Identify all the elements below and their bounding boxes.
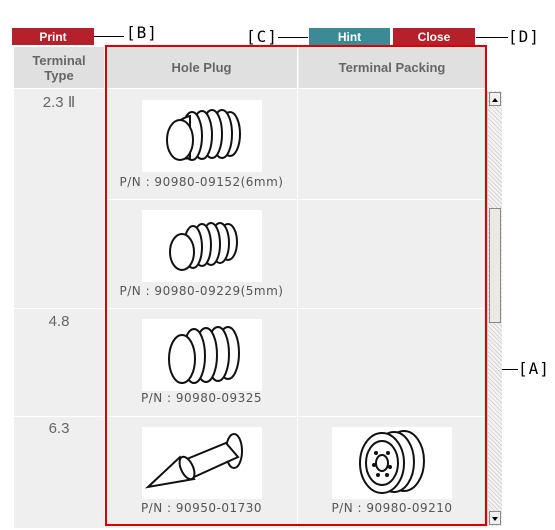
hint-button[interactable]: Hint (309, 28, 390, 45)
callout-c-line (278, 37, 308, 38)
print-button[interactable]: Print (12, 28, 94, 45)
arrow-up-icon[interactable] (489, 92, 501, 106)
callout-a-line (502, 369, 518, 370)
highlight-box-a (105, 45, 487, 526)
close-button[interactable]: Close (393, 28, 475, 45)
scrollbar[interactable] (487, 91, 502, 526)
terminal-type-row1: 2.3 Ⅱ (42, 94, 76, 111)
arrow-down-icon[interactable] (489, 511, 501, 525)
callout-a: [A] (518, 359, 550, 378)
terminal-type-row3: 4.8 (48, 313, 70, 330)
callout-d-line (476, 37, 508, 38)
callout-d: [D] (508, 27, 540, 46)
header-terminal-type: Terminal Type (14, 47, 104, 88)
callout-c: [C] (246, 27, 278, 46)
terminal-type-row4: 6.3 (48, 420, 70, 437)
callout-b-line (94, 36, 124, 37)
callout-b: [B] (126, 23, 158, 42)
scrollbar-thumb[interactable] (489, 208, 501, 323)
